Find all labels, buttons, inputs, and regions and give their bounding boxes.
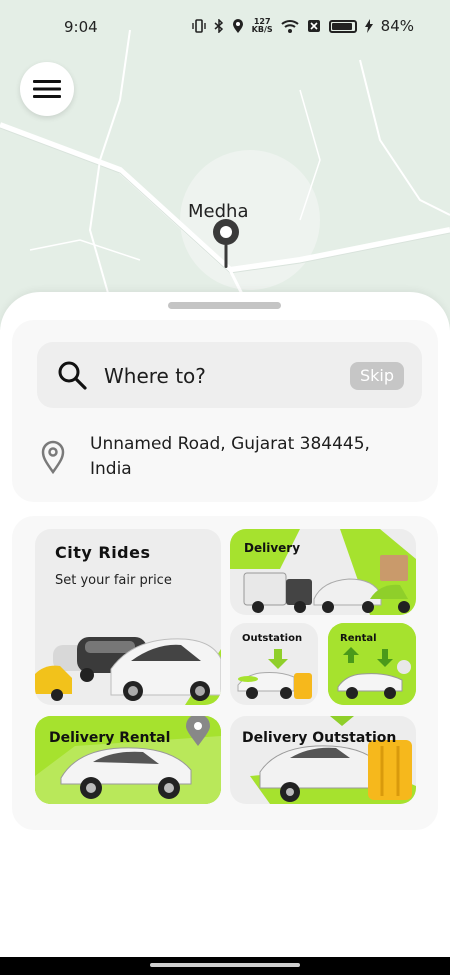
city-rides-title: City Rides [55, 543, 151, 562]
location-status-icon [232, 18, 243, 33]
outstation-tile[interactable]: Outstation [230, 623, 318, 705]
delivery-outstation-tile[interactable]: Delivery Outstation [230, 716, 416, 804]
home-gesture-pill[interactable] [150, 963, 300, 967]
skip-button[interactable]: Skip [349, 362, 404, 390]
rental-tile[interactable]: Rental [328, 623, 416, 705]
sim-x-icon [307, 20, 320, 32]
vibrate-icon [191, 19, 206, 33]
map-pin-icon[interactable] [208, 218, 244, 270]
status-bar: 9:04 127 KB/S 84% [0, 0, 450, 54]
location-pin-icon [41, 440, 65, 474]
outstation-title: Outstation [242, 633, 303, 644]
destination-card: Where to? Skip Unnamed Road, Gujarat 384… [12, 320, 438, 502]
bottom-sheet: Where to? Skip Unnamed Road, Gujarat 384… [0, 292, 450, 957]
delivery-rental-title: Delivery Rental [49, 730, 171, 746]
current-address[interactable]: Unnamed Road, Gujarat 384445, India [90, 432, 390, 482]
search-icon [58, 361, 87, 390]
bluetooth-icon [214, 19, 223, 33]
status-time: 9:04 [64, 18, 98, 36]
sheet-drag-handle[interactable] [168, 302, 281, 309]
battery-percent: 84% [380, 17, 414, 35]
battery-icon [328, 19, 357, 33]
city-rides-subtitle: Set your fair price [55, 573, 172, 588]
delivery-outstation-title: Delivery Outstation [242, 730, 397, 746]
services-card: City Rides Set your fair price Delivery … [12, 516, 438, 830]
menu-icon [33, 80, 61, 98]
network-speed: 127 KB/S [252, 18, 273, 34]
search-input[interactable]: Where to? Skip [37, 342, 422, 408]
delivery-tile[interactable]: Delivery [230, 529, 416, 615]
wifi-icon [280, 20, 299, 33]
speed-unit: KB/S [251, 25, 273, 34]
delivery-title: Delivery [244, 541, 301, 555]
search-placeholder: Where to? [104, 364, 206, 388]
charging-icon [364, 19, 373, 33]
city-rides-tile[interactable]: City Rides Set your fair price [35, 529, 221, 705]
rental-title: Rental [340, 633, 377, 644]
menu-button[interactable] [20, 62, 74, 116]
delivery-rental-tile[interactable]: Delivery Rental [35, 716, 221, 804]
status-icons: 127 KB/S 84% [191, 17, 414, 35]
system-nav-bar [0, 957, 450, 975]
